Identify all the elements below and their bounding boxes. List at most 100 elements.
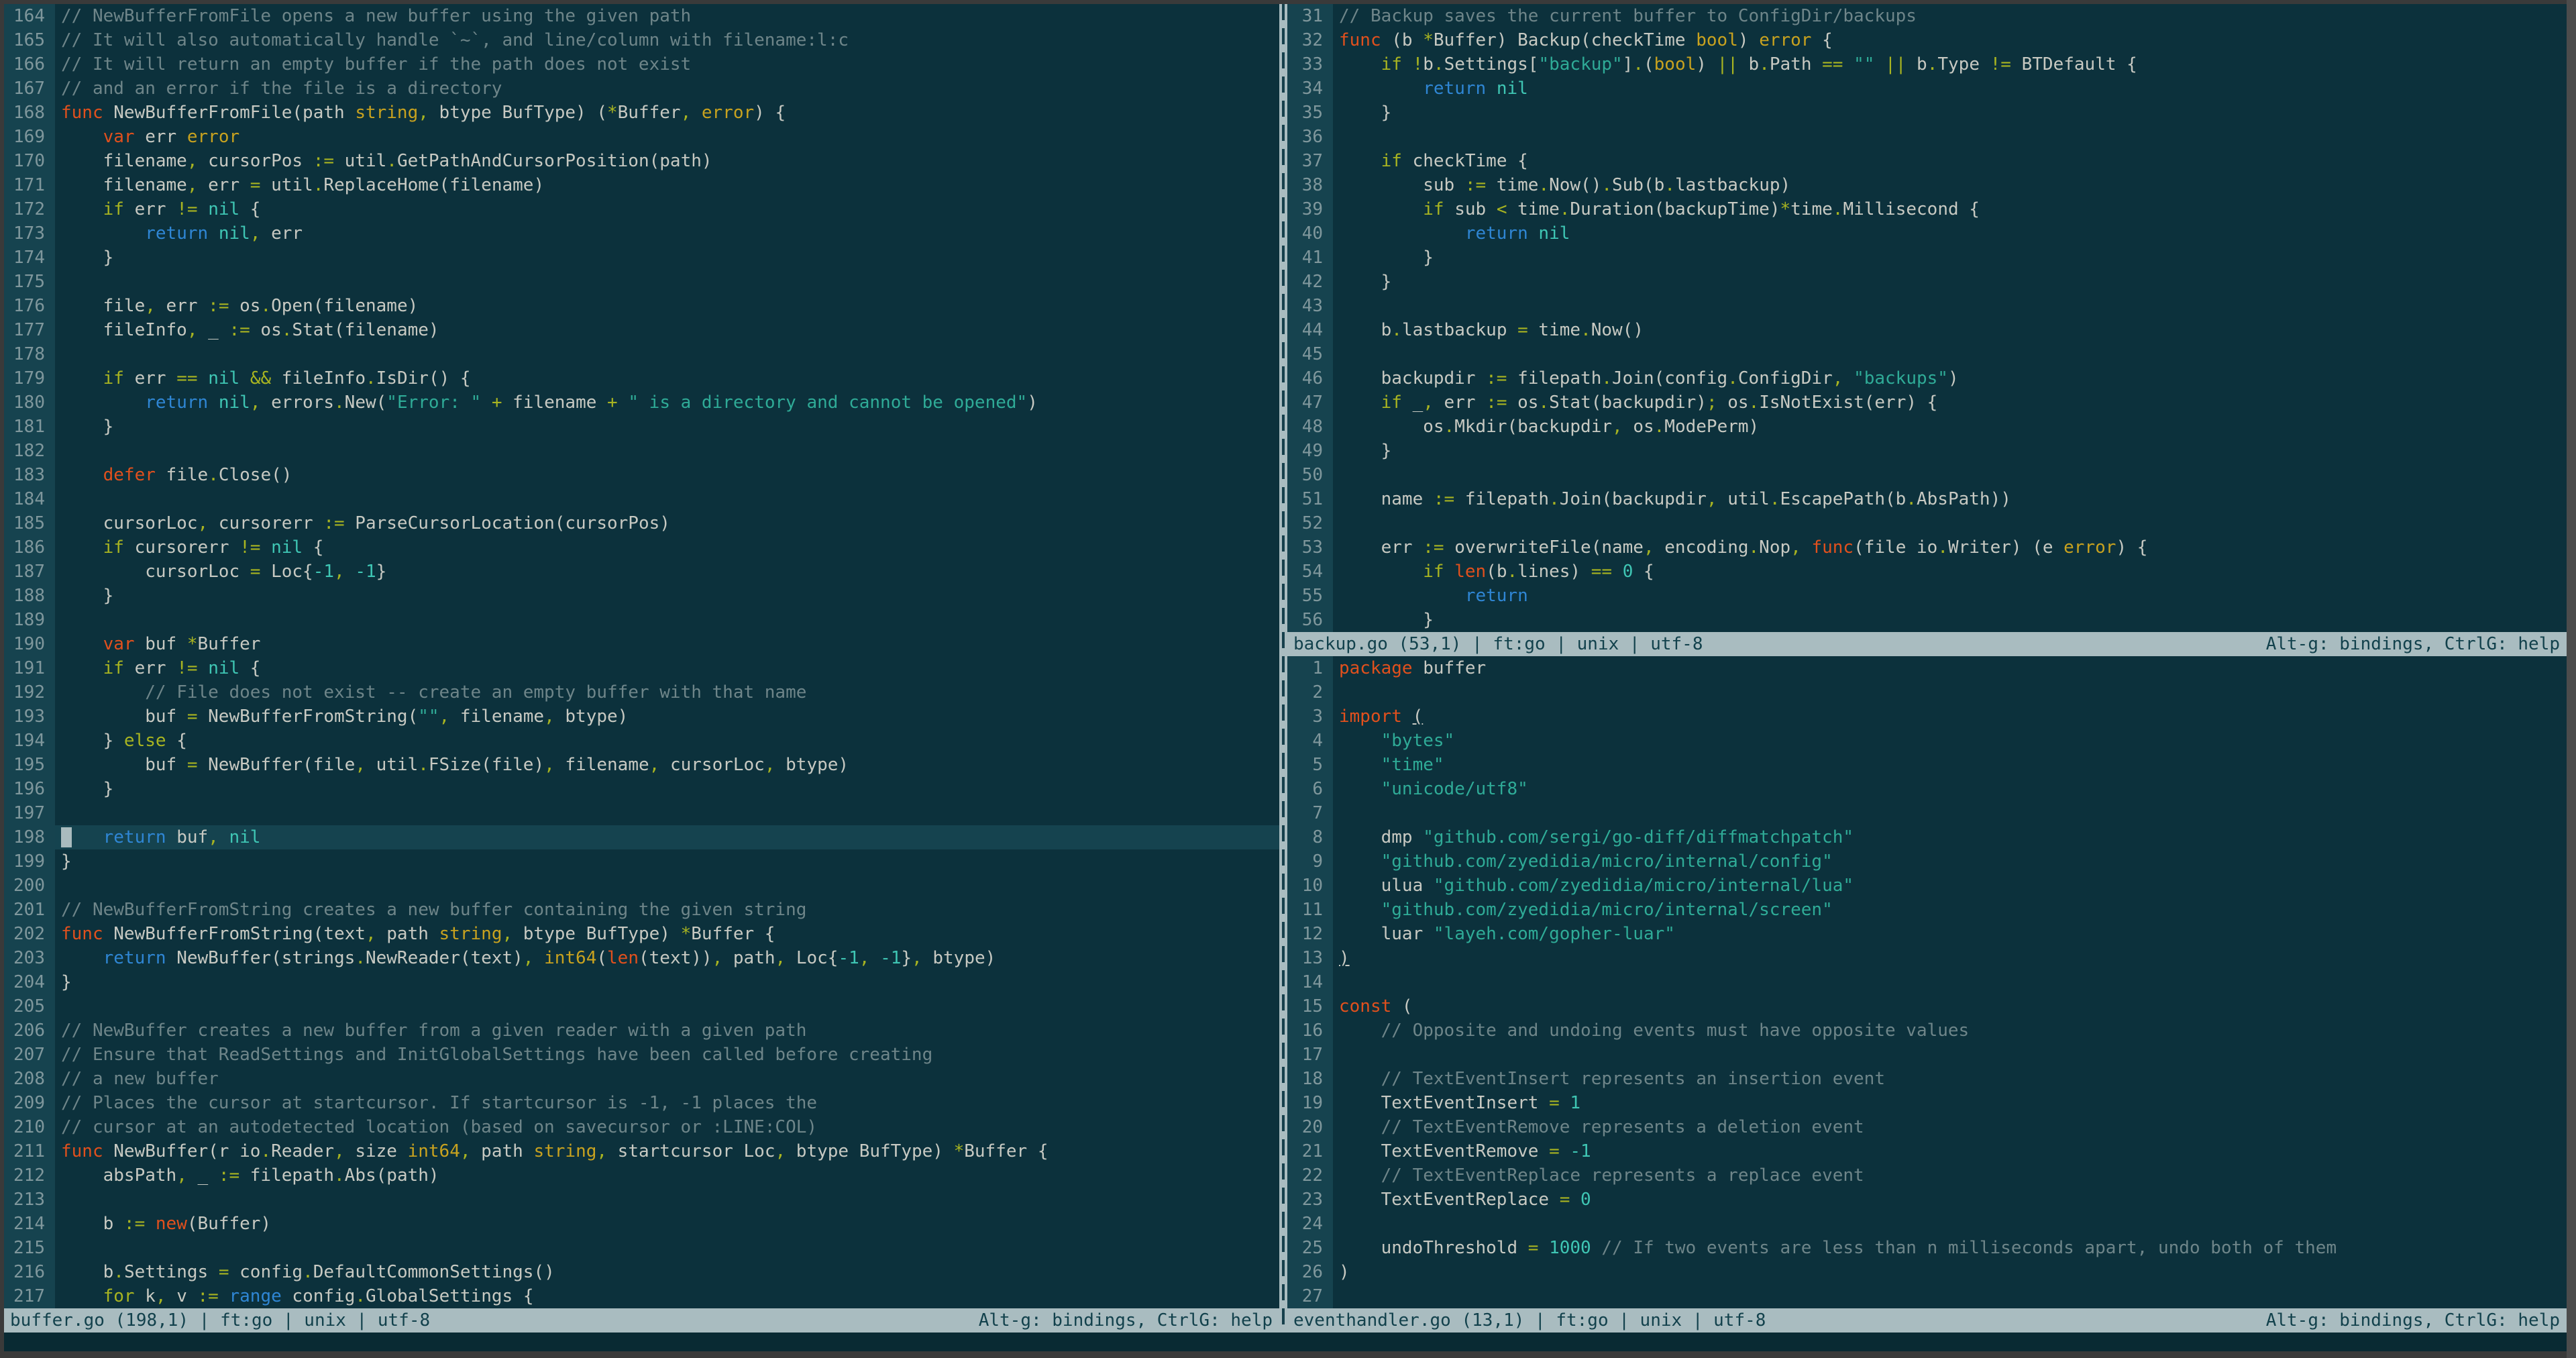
code-line[interactable]: 14 bbox=[1287, 970, 2567, 994]
code-line[interactable]: 164 // NewBufferFromFile opens a new buff… bbox=[4, 4, 1279, 28]
code-line[interactable]: 20 // TextEventRemove represents a delet… bbox=[1287, 1115, 2567, 1139]
code-line[interactable]: 3 import ( bbox=[1287, 704, 2567, 729]
code-line[interactable]: 191 if err != nil { bbox=[4, 656, 1279, 680]
code-line[interactable]: 2 bbox=[1287, 680, 2567, 704]
code-line[interactable]: 9 "github.com/zyedidia/micro/internal/co… bbox=[1287, 849, 2567, 874]
code-line[interactable]: 27 bbox=[1287, 1284, 2567, 1308]
code-line[interactable]: 51 name := filepath.Join(backupdir, util… bbox=[1287, 487, 2567, 511]
code-line[interactable]: 207 // Ensure that ReadSettings and InitG… bbox=[4, 1043, 1279, 1067]
code-line[interactable]: 194 } else { bbox=[4, 729, 1279, 753]
code-line[interactable]: 176 file, err := os.Open(filename) bbox=[4, 294, 1279, 318]
code-line[interactable]: 186 if cursorerr != nil { bbox=[4, 535, 1279, 560]
editor-pane-buffer[interactable]: 164 // NewBufferFromFile opens a new buff… bbox=[4, 4, 1279, 1308]
code-line[interactable]: 204} bbox=[4, 970, 1279, 994]
code-line[interactable]: 8 dmp "github.com/sergi/go-diff/diffmatc… bbox=[1287, 825, 2567, 849]
vertical-split-divider[interactable] bbox=[1279, 4, 1287, 1333]
code-line[interactable]: 178 bbox=[4, 342, 1279, 366]
code-line[interactable]: 192 // File does not exist -- create an … bbox=[4, 680, 1279, 704]
code-line[interactable]: 179 if err == nil && fileInfo.IsDir() { bbox=[4, 366, 1279, 390]
code-line[interactable]: 26) bbox=[1287, 1260, 2567, 1284]
command-line[interactable] bbox=[4, 1333, 2567, 1351]
code-line[interactable]: 217 for k, v := range config.GlobalSetti… bbox=[4, 1284, 1279, 1308]
code-line[interactable]: 210 // cursor at an autodetected location… bbox=[4, 1115, 1279, 1139]
code-line[interactable]: 17 bbox=[1287, 1043, 2567, 1067]
editor-pane-eventhandler[interactable]: 1 package buffer 2 3 import (4 "bytes" 5 "tim… bbox=[1287, 656, 2567, 1308]
code-line[interactable]: 38 sub := time.Now().Sub(b.lastbackup) bbox=[1287, 173, 2567, 197]
code-line[interactable]: 45 bbox=[1287, 342, 2567, 366]
code-line[interactable]: 40 return nil bbox=[1287, 221, 2567, 246]
code-line[interactable]: 5 "time" bbox=[1287, 753, 2567, 777]
code-line[interactable]: 209 // Places the cursor at startcursor. … bbox=[4, 1091, 1279, 1115]
code-line[interactable]: 173 return nil, err bbox=[4, 221, 1279, 246]
code-line[interactable]: 1 package buffer bbox=[1287, 656, 2567, 680]
code-line[interactable]: 39 if sub < time.Duration(backupTime)*ti… bbox=[1287, 197, 2567, 221]
code-line[interactable]: 208 // a new buffer bbox=[4, 1067, 1279, 1091]
code-line[interactable]: 47 if _, err := os.Stat(backupdir); os.I… bbox=[1287, 390, 2567, 415]
code-line[interactable]: 52 bbox=[1287, 511, 2567, 535]
code-line[interactable]: 197 bbox=[4, 801, 1279, 825]
code-line[interactable]: 4 "bytes" bbox=[1287, 729, 2567, 753]
code-line[interactable]: 22 // TextEventReplace represents a repl… bbox=[1287, 1163, 2567, 1188]
code-line[interactable]: 43 bbox=[1287, 294, 2567, 318]
code-line[interactable]: 215 bbox=[4, 1236, 1279, 1260]
code-line[interactable]: 206 // NewBuffer creates a new buffer fro… bbox=[4, 1018, 1279, 1043]
code-line[interactable]: 55 return bbox=[1287, 584, 2567, 608]
code-line[interactable]: 23 TextEventReplace = 0 bbox=[1287, 1188, 2567, 1212]
code-line[interactable]: 171 filename, err = util.ReplaceHome(fil… bbox=[4, 173, 1279, 197]
editor-pane-backup[interactable]: 31 // Backup saves the current buffer to … bbox=[1287, 4, 2567, 632]
code-line[interactable]: 34 return nil bbox=[1287, 76, 2567, 101]
code-line[interactable]: 175 bbox=[4, 270, 1279, 294]
code-line[interactable]: 198 return buf, nil bbox=[4, 825, 1279, 849]
code-line[interactable]: 49 } bbox=[1287, 439, 2567, 463]
code-line[interactable]: 32 func (b *Buffer) Backup(checkTime bool… bbox=[1287, 28, 2567, 52]
code-line[interactable]: 182 bbox=[4, 439, 1279, 463]
code-line[interactable]: 187 cursorLoc = Loc{-1, -1} bbox=[4, 560, 1279, 584]
code-line[interactable]: 37 if checkTime { bbox=[1287, 149, 2567, 173]
code-line[interactable]: 166 // It will return an empty buffer if … bbox=[4, 52, 1279, 76]
code-line[interactable]: 200 bbox=[4, 874, 1279, 898]
code-line[interactable]: 33 if !b.Settings["backup"].(bool) || b.… bbox=[1287, 52, 2567, 76]
code-line[interactable]: 24 bbox=[1287, 1212, 2567, 1236]
code-line[interactable]: 188 } bbox=[4, 584, 1279, 608]
code-line[interactable]: 44 b.lastbackup = time.Now() bbox=[1287, 318, 2567, 342]
code-line[interactable]: 19 TextEventInsert = 1 bbox=[1287, 1091, 2567, 1115]
code-line[interactable]: 216 b.Settings = config.DefaultCommonSet… bbox=[4, 1260, 1279, 1284]
code-line[interactable]: 53 err := overwriteFile(name, encoding.N… bbox=[1287, 535, 2567, 560]
code-line[interactable]: 7 bbox=[1287, 801, 2567, 825]
code-line[interactable]: 202 func NewBufferFromString(text, path s… bbox=[4, 922, 1279, 946]
code-line[interactable]: 42 } bbox=[1287, 270, 2567, 294]
code-line[interactable]: 168 func NewBufferFromFile(path string, b… bbox=[4, 101, 1279, 125]
code-line[interactable]: 15 const ( bbox=[1287, 994, 2567, 1018]
code-line[interactable]: 183 defer file.Close() bbox=[4, 463, 1279, 487]
code-line[interactable]: 181 } bbox=[4, 415, 1279, 439]
code-line[interactable]: 211 func NewBuffer(r io.Reader, size int6… bbox=[4, 1139, 1279, 1163]
code-line[interactable]: 50 bbox=[1287, 463, 2567, 487]
code-line[interactable]: 13) bbox=[1287, 946, 2567, 970]
code-line[interactable]: 172 if err != nil { bbox=[4, 197, 1279, 221]
code-line[interactable]: 214 b := new(Buffer) bbox=[4, 1212, 1279, 1236]
code-line[interactable]: 180 return nil, errors.New("Error: " + f… bbox=[4, 390, 1279, 415]
code-line[interactable]: 185 cursorLoc, cursorerr := ParseCursorL… bbox=[4, 511, 1279, 535]
code-line[interactable]: 174 } bbox=[4, 246, 1279, 270]
code-line[interactable]: 41 } bbox=[1287, 246, 2567, 270]
code-line[interactable]: 165 // It will also automatically handle … bbox=[4, 28, 1279, 52]
code-line[interactable]: 54 if len(b.lines) == 0 { bbox=[1287, 560, 2567, 584]
code-line[interactable]: 10 ulua "github.com/zyedidia/micro/inter… bbox=[1287, 874, 2567, 898]
code-line[interactable]: 48 os.Mkdir(backupdir, os.ModePerm) bbox=[1287, 415, 2567, 439]
code-line[interactable]: 11 "github.com/zyedidia/micro/internal/s… bbox=[1287, 898, 2567, 922]
code-line[interactable]: 205 bbox=[4, 994, 1279, 1018]
code-line[interactable]: 177 fileInfo, _ := os.Stat(filename) bbox=[4, 318, 1279, 342]
code-line[interactable]: 201 // NewBufferFromString creates a new … bbox=[4, 898, 1279, 922]
code-line[interactable]: 212 absPath, _ := filepath.Abs(path) bbox=[4, 1163, 1279, 1188]
code-line[interactable]: 21 TextEventRemove = -1 bbox=[1287, 1139, 2567, 1163]
code-line[interactable]: 213 bbox=[4, 1188, 1279, 1212]
code-line[interactable]: 195 buf = NewBuffer(file, util.FSize(fil… bbox=[4, 753, 1279, 777]
code-line[interactable]: 31 // Backup saves the current buffer to … bbox=[1287, 4, 2567, 28]
code-line[interactable]: 190 var buf *Buffer bbox=[4, 632, 1279, 656]
code-line[interactable]: 199} bbox=[4, 849, 1279, 874]
code-line[interactable]: 167 // and an error if the file is a dire… bbox=[4, 76, 1279, 101]
code-line[interactable]: 35 } bbox=[1287, 101, 2567, 125]
code-line[interactable]: 16 // Opposite and undoing events must h… bbox=[1287, 1018, 2567, 1043]
code-line[interactable]: 193 buf = NewBufferFromString("", filena… bbox=[4, 704, 1279, 729]
code-line[interactable]: 189 bbox=[4, 608, 1279, 632]
